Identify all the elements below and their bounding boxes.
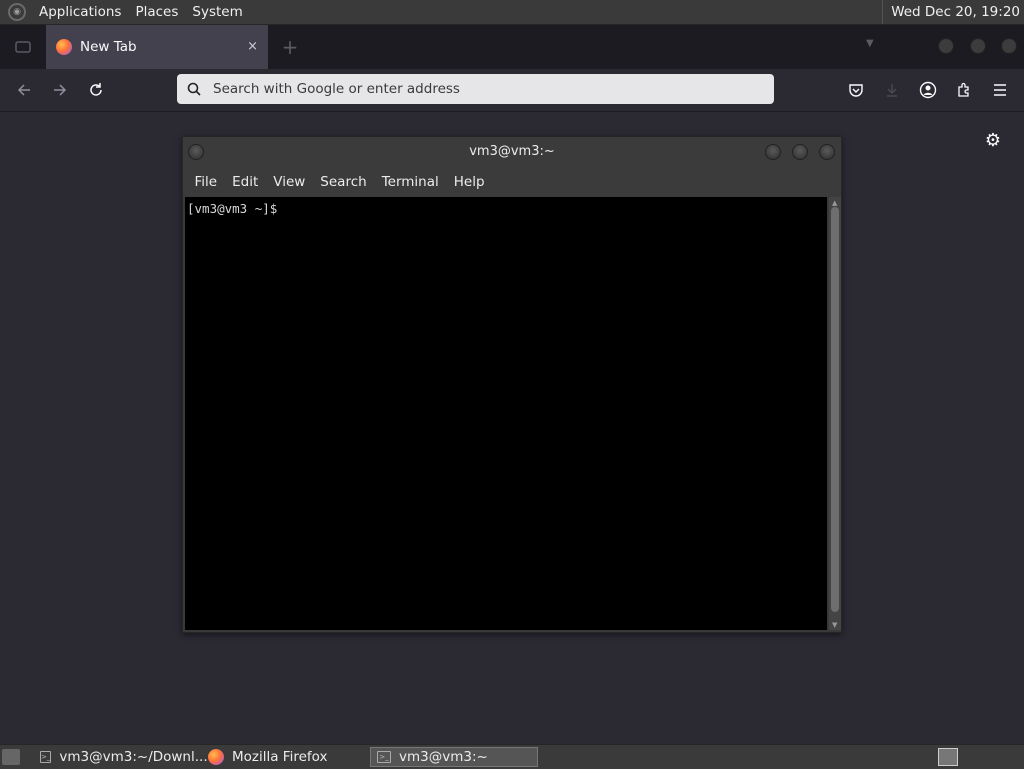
terminal-icon: >_ (40, 751, 52, 763)
menu-places[interactable]: Places (128, 0, 185, 24)
menu-system[interactable]: System (185, 0, 249, 24)
workspace-switcher[interactable] (938, 748, 958, 766)
bottom-panel: >_ vm3@vm3:~/Downl... Mozilla Firefox >_… (0, 744, 1024, 769)
taskbar-item-terminal-downloads[interactable]: >_ vm3@vm3:~/Downl... (34, 747, 208, 767)
close-window-button[interactable] (1001, 38, 1017, 54)
terminal-scrollbar[interactable]: ▲ ▼ (829, 197, 841, 630)
minimize-window-button[interactable] (938, 38, 954, 54)
terminal-title: vm3@vm3:~ (469, 144, 555, 159)
menu-applications[interactable]: Applications (32, 0, 128, 24)
terminal-icon: >_ (377, 751, 391, 763)
taskbar-item-terminal[interactable]: >_ vm3@vm3:~ (370, 747, 538, 767)
pocket-icon[interactable] (846, 80, 866, 100)
show-desktop-icon[interactable] (2, 749, 20, 765)
taskbar-item-label: vm3@vm3:~ (399, 749, 488, 765)
top-panel: ◉ Applications Places System Wed Dec 20,… (0, 0, 1024, 25)
tab-new-tab[interactable]: New Tab × (46, 25, 268, 69)
menu-help[interactable]: Help (446, 174, 492, 190)
shell-prompt: [vm3@vm3 ~]$ (187, 201, 278, 216)
scroll-down-icon[interactable]: ▼ (832, 621, 837, 629)
firefox-icon (208, 749, 224, 765)
account-icon[interactable] (918, 80, 938, 100)
address-input[interactable] (211, 80, 735, 98)
menu-terminal[interactable]: Terminal (374, 174, 446, 190)
new-tab-button[interactable]: + (268, 35, 312, 59)
maximize-window-button[interactable] (970, 38, 986, 54)
search-icon (187, 82, 201, 96)
distro-logo-icon[interactable]: ◉ (8, 3, 26, 21)
clock[interactable]: Wed Dec 20, 19:20 (882, 0, 1020, 24)
taskbar-item-label: vm3@vm3:~/Downl... (59, 749, 208, 765)
scrollbar-thumb[interactable] (831, 207, 839, 612)
reload-icon[interactable] (84, 78, 108, 102)
maximize-button[interactable] (792, 144, 808, 160)
forward-icon[interactable] (48, 78, 72, 102)
taskbar-item-label: Mozilla Firefox (232, 749, 328, 765)
minimize-button[interactable] (765, 144, 781, 160)
menu-view[interactable]: View (266, 174, 313, 190)
gear-icon[interactable]: ⚙ (983, 131, 1003, 151)
taskbar-item-firefox[interactable]: Mozilla Firefox (202, 747, 368, 767)
firefox-icon (56, 39, 72, 55)
menu-search[interactable]: Search (313, 174, 374, 190)
tab-label: New Tab (80, 39, 137, 55)
scroll-up-icon[interactable]: ▲ (832, 199, 837, 207)
back-icon[interactable] (12, 78, 36, 102)
terminal-output[interactable]: [vm3@vm3 ~]$ (185, 197, 827, 630)
terminal-titlebar[interactable]: vm3@vm3:~ (183, 137, 841, 167)
chevron-down-icon[interactable]: ▼ (866, 38, 874, 49)
terminal-window[interactable]: vm3@vm3:~ File Edit View Search Terminal… (182, 136, 842, 633)
downloads-icon[interactable] (882, 80, 902, 100)
close-tab-icon[interactable]: × (247, 39, 258, 54)
menu-edit[interactable]: Edit (225, 174, 266, 190)
extensions-icon[interactable] (954, 80, 974, 100)
close-button[interactable] (819, 144, 835, 160)
terminal-menubar: File Edit View Search Terminal Help (183, 167, 841, 197)
tab-list-icon[interactable] (0, 25, 46, 69)
menu-file[interactable]: File (187, 174, 225, 190)
menu-hamburger-icon[interactable] (990, 80, 1010, 100)
url-bar[interactable] (177, 74, 774, 104)
